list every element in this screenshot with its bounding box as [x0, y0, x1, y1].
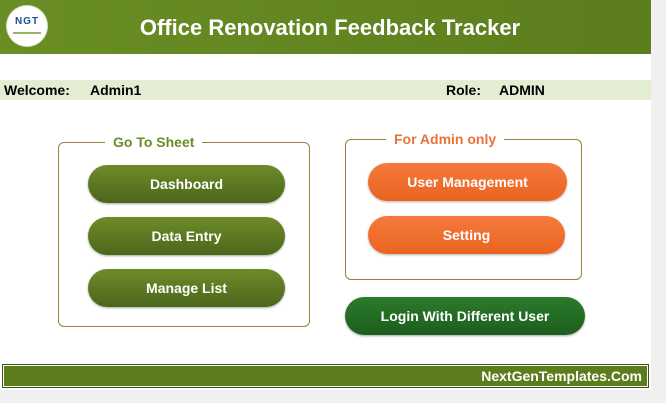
- goto-sheet-legend: Go To Sheet: [105, 132, 203, 152]
- footer-website-link[interactable]: NextGenTemplates.Com: [481, 365, 642, 388]
- login-different-user-button[interactable]: Login With Different User: [345, 297, 585, 335]
- user-info-bar: Welcome: Admin1 Role: ADMIN: [0, 80, 651, 100]
- logo-text: NGT: [14, 16, 40, 27]
- window-bottom-edge: [0, 390, 666, 403]
- role-label: Role:: [446, 82, 481, 98]
- setting-button[interactable]: Setting: [368, 216, 565, 254]
- manage-list-button[interactable]: Manage List: [88, 269, 285, 307]
- window-right-edge: [651, 0, 666, 403]
- footer-bar: NextGenTemplates.Com: [2, 364, 649, 388]
- role-value: ADMIN: [499, 82, 545, 98]
- logo-underline: [13, 32, 41, 34]
- data-entry-button[interactable]: Data Entry: [88, 217, 285, 255]
- dashboard-button[interactable]: Dashboard: [88, 165, 285, 203]
- ngt-logo-icon: NGT: [7, 6, 47, 46]
- page-title: Office Renovation Feedback Tracker: [139, 15, 521, 40]
- username-value: Admin1: [90, 82, 142, 98]
- user-management-button[interactable]: User Management: [368, 163, 567, 201]
- admin-only-legend: For Admin only: [386, 129, 505, 149]
- admin-only-group: For Admin only: [345, 129, 582, 280]
- welcome-label: Welcome:: [4, 82, 70, 98]
- header-banner: NGT Office Renovation Feedback Tracker: [0, 0, 651, 54]
